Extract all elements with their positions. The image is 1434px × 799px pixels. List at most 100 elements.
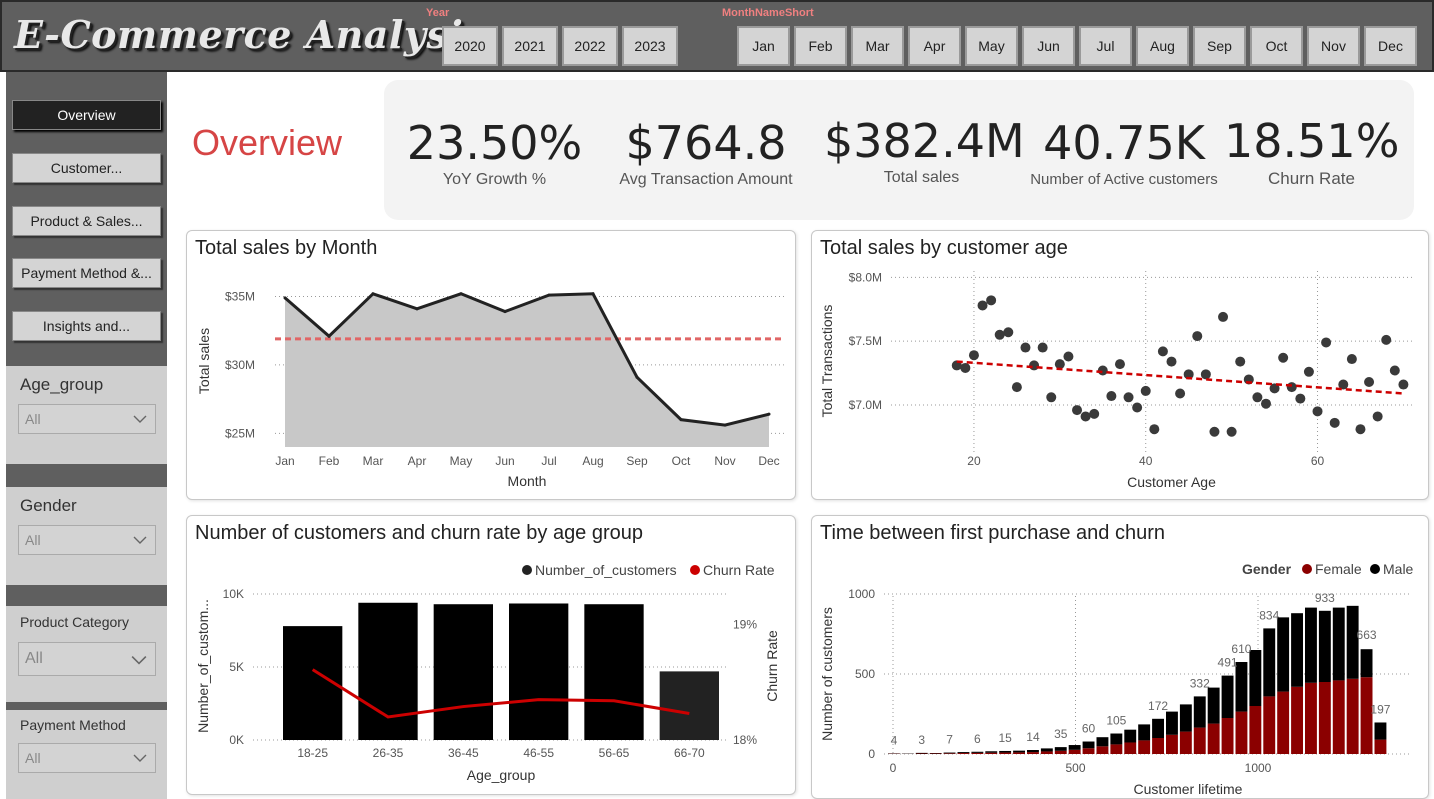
scatter-point: [1046, 392, 1057, 403]
x-tick-label: Dec: [758, 454, 779, 468]
y-axis-title: Total Transactions: [819, 305, 835, 418]
nav-customer-button[interactable]: Customer...: [12, 153, 161, 183]
scatter-point: [1157, 346, 1168, 357]
female-bar: [1027, 752, 1039, 754]
customers-bar: [433, 604, 493, 740]
month-button[interactable]: Nov: [1307, 26, 1360, 66]
x-tick-label: 1000: [1245, 761, 1272, 775]
sales-by-month-chart: $25M $30M $35M Jan Feb Mar Apr May Jun Jul Aug Sep O…: [196, 290, 785, 489]
x-tick-label: 26-35: [373, 746, 404, 760]
top-bar: E-Commerce Analysis Year MonthNameShort …: [0, 0, 1434, 72]
age-group-filter: Age_group All: [6, 366, 167, 464]
female-bar: [957, 753, 970, 754]
month-button[interactable]: Feb: [794, 26, 847, 66]
male-bar: [943, 752, 956, 754]
data-point: [283, 296, 287, 300]
male-bar: [985, 751, 998, 753]
female-bar: [1166, 734, 1178, 754]
y-tick-label: $25M: [225, 426, 255, 440]
month-button[interactable]: Jun: [1022, 26, 1075, 66]
year-button[interactable]: 2021: [502, 26, 558, 66]
age-group-dropdown[interactable]: All: [18, 404, 156, 434]
y-tick-label: 500: [855, 667, 875, 681]
scatter-point: [1132, 402, 1143, 413]
scatter-point: [1381, 334, 1392, 345]
month-button[interactable]: Jul: [1079, 26, 1132, 66]
month-button[interactable]: May: [965, 26, 1018, 66]
y-axis-title: Number of customers: [819, 607, 835, 741]
female-bar: [1082, 748, 1095, 754]
scatter-point: [1209, 426, 1220, 437]
month-slicer-caption: MonthNameShort: [722, 7, 814, 19]
male-bar: [1332, 607, 1345, 681]
month-button[interactable]: Jan: [737, 26, 790, 66]
male-bar: [1096, 737, 1109, 747]
page-title: Overview: [192, 122, 343, 163]
legend-label-customers: Number_of_customers: [535, 562, 677, 578]
nav-overview-button[interactable]: Overview: [12, 100, 161, 130]
year-button[interactable]: 2020: [442, 26, 498, 66]
female-bar: [1318, 682, 1331, 754]
scatter-point: [1364, 377, 1375, 387]
y2-axis-title: Churn Rate: [764, 630, 780, 702]
chart-card-lifetime: 0 500 1000 0 500 1000 4 3 7 6 15 14 35 60 105 172 332 491…: [811, 515, 1429, 799]
x-tick-label: May: [450, 454, 473, 468]
scatter-point: [1089, 408, 1100, 419]
payment-method-dropdown[interactable]: All: [18, 743, 156, 773]
gender-dropdown[interactable]: All: [18, 525, 156, 555]
male-bar: [1179, 704, 1192, 732]
legend-title: Gender: [1242, 561, 1292, 577]
male-bar: [1207, 687, 1220, 724]
nav-product-sales-button[interactable]: Product & Sales...: [12, 206, 161, 236]
data-point: [327, 334, 331, 338]
x-tick-label: 36-45: [448, 746, 479, 760]
lifetime-churn-chart: 0 500 1000 0 500 1000 4 3 7 6 15 14 35 60 105 172 332 491…: [819, 561, 1414, 797]
gender-filter-label: Gender: [20, 496, 77, 515]
male-bar: [1360, 649, 1373, 678]
kpi-label: YoY Growth %: [442, 170, 547, 188]
data-label: 491: [1218, 655, 1238, 669]
kpi-yoy-growth: 23.50% YoY Growth %: [402, 118, 587, 189]
month-button[interactable]: Dec: [1364, 26, 1417, 66]
data-label: 332: [1190, 676, 1210, 690]
chevron-down-icon: [131, 656, 147, 665]
payment-method-filter-label: Payment Method: [20, 717, 126, 733]
male-bar: [1027, 750, 1039, 753]
legend-marker-customers: [522, 565, 532, 575]
year-button[interactable]: 2023: [622, 26, 678, 66]
female-bar: [1235, 711, 1248, 754]
data-label: 4: [891, 733, 898, 747]
month-button[interactable]: Aug: [1136, 26, 1189, 66]
gender-dropdown-value: All: [25, 532, 41, 548]
male-bar: [1166, 711, 1178, 735]
month-button[interactable]: Oct: [1250, 26, 1303, 66]
female-bar: [1040, 751, 1053, 754]
year-button[interactable]: 2022: [562, 26, 618, 66]
scatter-point: [1003, 327, 1014, 338]
y2-tick-label: 18%: [733, 733, 757, 747]
female-bar: [1263, 696, 1276, 754]
scatter-point: [1218, 311, 1229, 322]
female-bar: [1179, 731, 1192, 754]
female-bar: [1193, 727, 1206, 754]
nav-payment-method-button[interactable]: Payment Method &...: [12, 258, 161, 288]
y-axis-title: Total sales: [196, 328, 212, 394]
chart-title: Time between first purchase and churn: [820, 522, 1165, 544]
male-bar: [1068, 745, 1081, 750]
female-bar: [1054, 750, 1067, 754]
female-bar: [1096, 746, 1109, 754]
month-button[interactable]: Apr: [908, 26, 961, 66]
x-tick-label: Sep: [626, 454, 648, 468]
month-button[interactable]: Sep: [1193, 26, 1246, 66]
nav-insights-button[interactable]: Insights and...: [12, 311, 161, 341]
age-group-filter-label: Age_group: [20, 375, 104, 394]
product-category-dropdown[interactable]: All: [18, 642, 156, 676]
x-tick-label: Aug: [582, 454, 603, 468]
data-point: [503, 310, 507, 314]
data-point: [415, 307, 419, 311]
male-bar: [1110, 733, 1123, 745]
month-button[interactable]: Mar: [851, 26, 904, 66]
customers-bar: [358, 602, 418, 740]
male-bar: [1193, 696, 1206, 728]
payment-method-dropdown-value: All: [25, 750, 41, 766]
